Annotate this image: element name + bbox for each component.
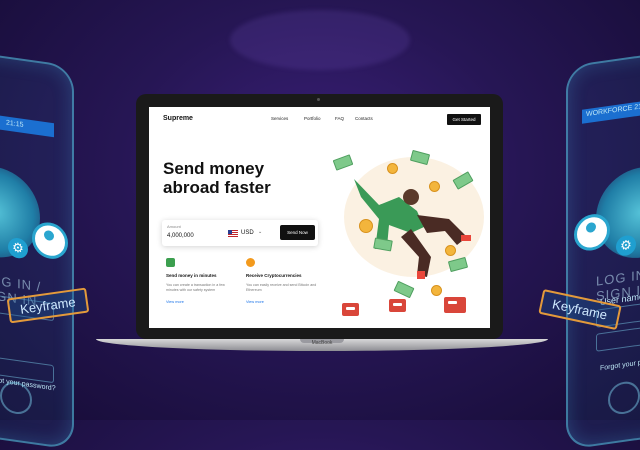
right-phone-mockup: WORKFORCE 21:15 ⚙ LOG IN / SIGN IN User … — [566, 49, 640, 450]
forgot-password-link[interactable]: Forgot your password? — [600, 355, 640, 372]
background-glow — [230, 10, 410, 70]
webcam — [317, 98, 320, 101]
home-button[interactable] — [608, 379, 640, 417]
coin-icon — [429, 181, 440, 192]
laptop-screen: Supreme Services Portfolio FAQ Contacts … — [149, 107, 490, 328]
avatar — [32, 220, 68, 262]
wallet-icon — [342, 303, 359, 316]
coin-icon — [359, 219, 373, 233]
wallet-icon — [389, 299, 406, 312]
coin-icon — [387, 163, 398, 174]
laptop-brand: MacBook — [311, 340, 333, 346]
left-phone-mockup: 21:15 ⚙ LOG IN / SIGN IN Forgot your pas… — [0, 49, 74, 450]
laptop: Supreme Services Portfolio FAQ Contacts … — [136, 94, 503, 339]
coin-icon — [445, 245, 456, 256]
coin-icon — [431, 285, 442, 296]
avatar — [574, 211, 610, 253]
wallet-icon — [444, 297, 466, 313]
password-field[interactable] — [596, 323, 640, 352]
